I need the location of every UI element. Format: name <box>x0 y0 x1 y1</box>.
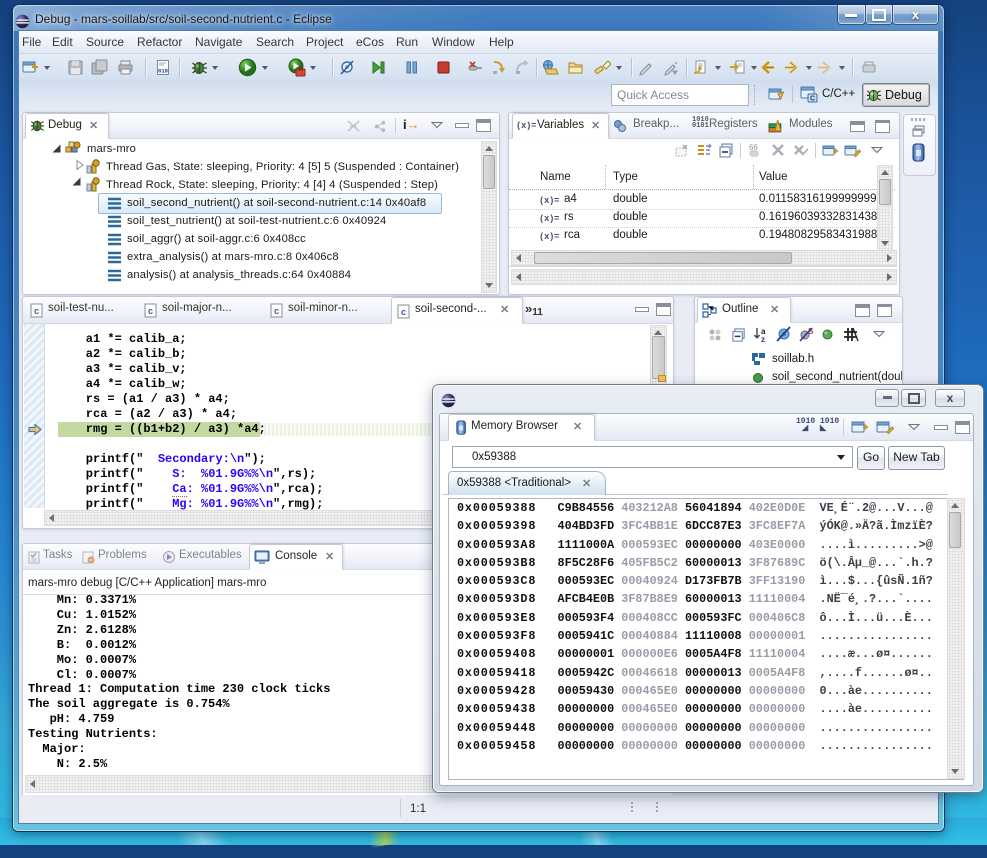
svg-text:c: c <box>34 306 39 316</box>
svg-text:c: c <box>401 307 406 317</box>
svg-text:c: c <box>274 306 279 316</box>
svg-text:C: C <box>810 96 815 103</box>
svg-text:z: z <box>761 335 765 343</box>
svg-text:010: 010 <box>158 68 168 75</box>
svg-text:c: c <box>148 306 153 316</box>
